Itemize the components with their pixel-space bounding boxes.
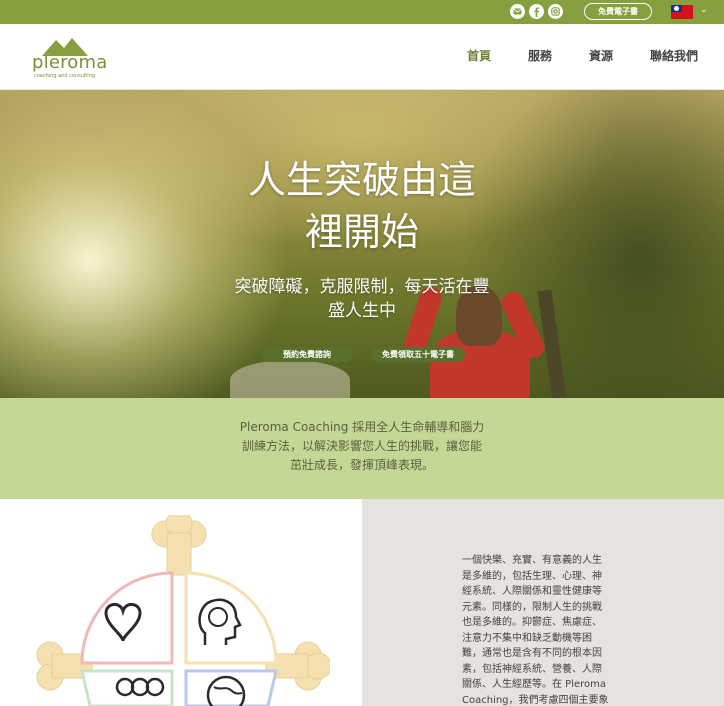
- hero-subtitle-line1: 突破障礙，克服限制，每天活在豐: [234, 277, 490, 297]
- body-line: 一個快樂、充實、有意義的人生: [462, 555, 602, 566]
- hero-title-line1: 人生突破由這: [247, 158, 476, 202]
- intro-section: Pleroma Coaching 採用全人生命輔導和腦力 訓練方法，以解決影響您…: [0, 398, 724, 499]
- instagram-icon[interactable]: [548, 4, 563, 19]
- taiwan-flag-icon[interactable]: [671, 5, 693, 19]
- nav-contact[interactable]: 聯絡我們: [650, 47, 698, 64]
- four-quadrant-diagram: [36, 515, 330, 706]
- hero-title-line2: 裡開始: [304, 210, 419, 254]
- body-line: 也是多維的。抑鬱症、焦慮症、: [462, 617, 602, 628]
- hero-banner: 人生突破由這 裡開始 突破障礙，克服限制，每天活在豐 盛人生中 預約免費諮詢 免…: [0, 90, 724, 398]
- facebook-icon[interactable]: [529, 4, 544, 19]
- free-ebook-button[interactable]: 免費電子書: [584, 3, 652, 20]
- quadrant-heart: [80, 571, 174, 665]
- body-line: 注意力不集中和缺乏動機等困: [462, 632, 592, 644]
- text-panel: 一個快樂、充實、有意義的人生 是多維的，包括生理、心理、神 經系統、人際關係和靈…: [362, 499, 724, 706]
- intro-line: 茁壯成長，發揮頂峰表現。: [289, 458, 434, 472]
- hero-road: [230, 360, 350, 398]
- quadrant-people: [80, 669, 174, 706]
- pleroma-logo[interactable]: pleroma coaching and consulting: [32, 36, 112, 80]
- intro-line: Pleroma Coaching 採用全人生命輔導和腦力: [239, 420, 485, 434]
- nav-home[interactable]: 首頁: [467, 47, 491, 64]
- chevron-down-icon[interactable]: ⌄: [700, 5, 708, 15]
- hero-title: 人生突破由這 裡開始: [212, 154, 512, 258]
- site-header: pleroma coaching and consulting 首頁 服務 資源…: [0, 24, 724, 90]
- nav-services[interactable]: 服務: [528, 47, 552, 64]
- body-line: 是多維的，包括生理、心理、神: [462, 570, 602, 582]
- body-line: 經系統、人際關係和靈性健康等: [462, 586, 602, 597]
- body-line: 難，通常也是含有不同的根本因: [462, 648, 602, 659]
- body-line: Coaching，我們考慮四個主要象: [462, 694, 609, 706]
- flag-canton: [671, 5, 682, 12]
- body-line: 關係、人生經歷等。在 Pleroma: [462, 679, 607, 690]
- nav-resources[interactable]: 資源: [589, 47, 613, 64]
- body-paragraph: 一個快樂、充實、有意義的人生 是多維的，包括生理、心理、神 經系統、人際關係和靈…: [462, 553, 622, 706]
- free-ebook-download-button[interactable]: 免費領取五十電子書: [371, 347, 465, 362]
- email-icon[interactable]: [510, 4, 525, 19]
- logo-wordmark: pleroma: [32, 52, 108, 73]
- intro-text: Pleroma Coaching 採用全人生命輔導和腦力 訓練方法，以解決影響您…: [228, 418, 496, 475]
- logo-tagline: coaching and consulting: [34, 73, 95, 79]
- body-line: 元素。同樣的，限制人生的挑戰: [462, 601, 602, 613]
- body-line: 素，包括神經系統、營養、人際: [462, 663, 602, 675]
- top-bar: 免費電子書 ⌄: [0, 0, 724, 24]
- intro-line: 訓練方法，以解決影響您人生的挑戰，讓您能: [241, 439, 482, 453]
- flag-sun: [674, 6, 679, 11]
- quadrant-globe: [184, 669, 278, 706]
- hero-subtitle: 突破障礙，克服限制，每天活在豐 盛人生中: [212, 275, 512, 323]
- book-consultation-button[interactable]: 預約免費諮詢: [261, 347, 353, 362]
- hero-subtitle-line2: 盛人生中: [328, 301, 396, 321]
